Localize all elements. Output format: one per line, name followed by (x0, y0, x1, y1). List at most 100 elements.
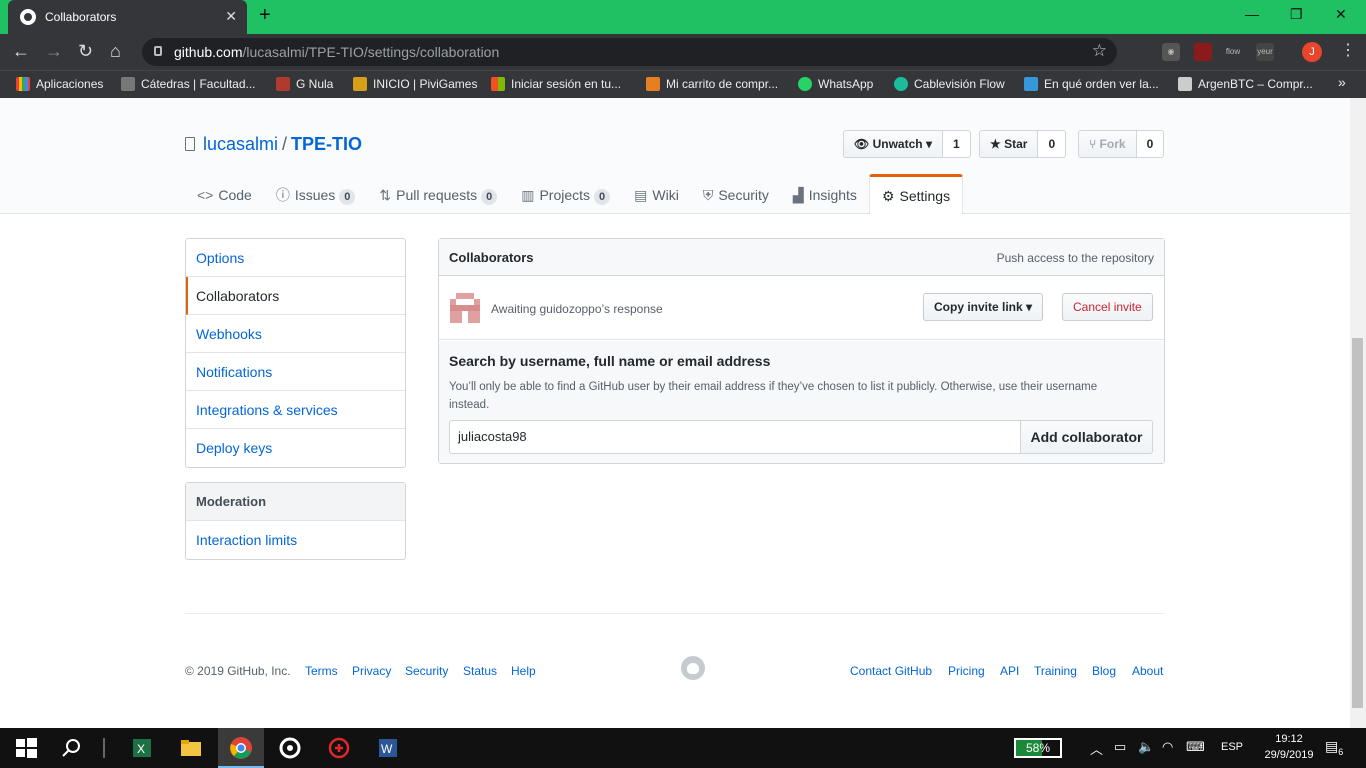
app-ring-icon[interactable] (278, 736, 302, 760)
word-icon[interactable]: W (376, 736, 400, 760)
excel-icon[interactable]: X (130, 736, 154, 760)
extension-pdf-icon[interactable] (1194, 43, 1212, 61)
watch-count[interactable]: 1 (942, 130, 971, 158)
battery-indicator[interactable]: 58% (1014, 738, 1062, 758)
menu-item-integrations[interactable]: Integrations & services (186, 391, 405, 429)
volume-icon[interactable]: 🔈 (1138, 739, 1154, 755)
star-group: ★ Star 0 (979, 130, 1067, 158)
github-logo-icon[interactable] (681, 656, 705, 680)
tab-projects[interactable]: ▥ Projects 0 (509, 174, 622, 214)
battery-tray-icon[interactable]: ▭ (1114, 739, 1126, 755)
bookmark-item[interactable]: En qué orden ver la... (1024, 77, 1159, 91)
language-indicator[interactable]: ESP (1221, 741, 1243, 753)
scrollbar-thumb[interactable] (1352, 338, 1363, 708)
bookmark-item[interactable]: Cátedras | Facultad... (121, 77, 256, 91)
github-page: lucasalmi / TPE-TIO 👁 Unwatch ▾ 1 ★ Star 0… (0, 98, 1350, 728)
extension-camera-icon[interactable]: ◉ (1162, 43, 1180, 61)
add-collaborator-button[interactable]: Add collaborator (1020, 420, 1153, 454)
tab-wiki[interactable]: ▤ Wiki (622, 174, 691, 214)
page-scrollbar[interactable] (1350, 98, 1366, 728)
tab-security[interactable]: ⛨ Security (691, 174, 781, 214)
tab-label: Code (218, 187, 252, 203)
footer-link-contact[interactable]: Contact GitHub (850, 664, 932, 678)
system-clock[interactable]: 19:12 29/9/2019 (1254, 731, 1324, 763)
footer-link-api[interactable]: API (1000, 664, 1019, 678)
bookmark-label: ArgenBTC – Compr... (1198, 77, 1313, 91)
bookmark-item[interactable]: WhatsApp (798, 77, 873, 91)
tab-settings[interactable]: ⚙ Settings (868, 174, 964, 214)
extension-flow-icon[interactable]: flow (1224, 43, 1242, 61)
game-launcher-icon[interactable] (327, 736, 351, 760)
menu-item-interaction-limits[interactable]: Interaction limits (186, 521, 405, 559)
chrome-icon[interactable] (229, 736, 253, 760)
footer-link-training[interactable]: Training (1034, 664, 1077, 678)
footer-link-blog[interactable]: Blog (1092, 664, 1116, 678)
bookmark-item[interactable]: ArgenBTC – Compr... (1178, 77, 1313, 91)
footer-link-pricing[interactable]: Pricing (948, 664, 985, 678)
footer-link-about[interactable]: About (1132, 664, 1163, 678)
minimize-icon[interactable]: — (1245, 6, 1259, 22)
home-icon[interactable]: ⌂ (110, 41, 121, 62)
search-icon[interactable] (60, 736, 84, 760)
repo-name-link[interactable]: TPE-TIO (291, 134, 362, 154)
bookmark-star-icon[interactable]: ☆ (1092, 41, 1107, 61)
star-count[interactable]: 0 (1038, 130, 1067, 158)
notification-center-icon[interactable]: ▤6 (1325, 738, 1343, 757)
tab-insights[interactable]: ▟ Insights (781, 174, 869, 214)
copy-invite-link-button[interactable]: Copy invite link ▾ (923, 293, 1044, 321)
forward-icon[interactable]: → (45, 41, 63, 62)
wifi-icon[interactable]: ◠ (1162, 739, 1173, 755)
repo-owner-link[interactable]: lucasalmi (203, 134, 278, 154)
fork-count[interactable]: 0 (1136, 130, 1165, 158)
footer-link-status[interactable]: Status (463, 664, 497, 678)
browser-menu-icon[interactable]: ⋮ (1340, 40, 1356, 60)
repo-header: lucasalmi / TPE-TIO 👁 Unwatch ▾ 1 ★ Star 0… (0, 98, 1350, 214)
keyboard-icon[interactable]: ⌨ (1186, 739, 1205, 755)
menu-item-deploy-keys[interactable]: Deploy keys (186, 429, 405, 467)
url-path: /lucasalmi/TPE-TIO/settings/collaboratio… (242, 44, 500, 60)
pending-invite-text: Awaiting guidozoppo’s response (491, 302, 663, 316)
shield-icon: ⛨ (702, 187, 714, 203)
bookmark-item[interactable]: Aplicaciones (16, 77, 103, 91)
cancel-invite-button[interactable]: Cancel invite (1062, 293, 1153, 321)
footer-link-help[interactable]: Help (511, 664, 536, 678)
browser-tab[interactable]: Collaborators ✕ (8, 0, 247, 34)
reload-icon[interactable]: ↻ (78, 41, 93, 62)
tab-code[interactable]: <> Code (185, 174, 264, 214)
bookmark-item[interactable]: Iniciar sesión en tu... (491, 77, 621, 91)
issue-icon: ⓘ (275, 187, 290, 203)
footer-link-terms[interactable]: Terms (305, 664, 338, 678)
window-close-icon[interactable]: ✕ (1335, 6, 1347, 23)
microsoft-icon (491, 77, 505, 91)
address-bar[interactable]: github.com/lucasalmi/TPE-TIO/settings/co… (142, 38, 1117, 66)
extension-yeur-icon[interactable]: yeur (1256, 43, 1274, 61)
new-tab-icon[interactable]: + (259, 4, 271, 27)
star-button[interactable]: ★ Star (979, 130, 1039, 158)
file-explorer-icon[interactable] (179, 736, 203, 760)
close-tab-icon[interactable]: ✕ (225, 8, 237, 25)
menu-item-collaborators[interactable]: Collaborators (186, 277, 405, 315)
tab-pull-requests[interactable]: ⇅ Pull requests 0 (367, 174, 509, 214)
bookmark-item[interactable]: INICIO | PiviGames (353, 77, 477, 91)
tab-issues[interactable]: ⓘ Issues 0 (264, 174, 368, 214)
more-bookmarks-icon[interactable]: » (1338, 74, 1346, 90)
footer-link-privacy[interactable]: Privacy (352, 664, 391, 678)
footer-link-security[interactable]: Security (405, 664, 448, 678)
chevron-up-icon[interactable]: ︿ (1090, 739, 1103, 758)
back-icon[interactable]: ← (12, 41, 30, 62)
menu-item-options[interactable]: Options (186, 239, 405, 277)
bookmark-item[interactable]: Mi carrito de compr... (646, 77, 778, 91)
collaborator-search-input[interactable]: juliacosta98 (449, 420, 1021, 454)
menu-item-webhooks[interactable]: Webhooks (186, 315, 405, 353)
profile-avatar[interactable]: J (1302, 42, 1322, 62)
bookmark-item[interactable]: G Nula (276, 77, 333, 91)
fork-button[interactable]: ⑂ Fork (1078, 130, 1137, 158)
menu-item-notifications[interactable]: Notifications (186, 353, 405, 391)
star-icon: ★ (990, 137, 1005, 151)
windows-start-icon[interactable] (14, 736, 38, 760)
unwatch-button[interactable]: 👁 Unwatch ▾ (843, 130, 943, 158)
restore-icon[interactable]: ❐ (1290, 6, 1303, 23)
bookmark-label: INICIO | PiviGames (373, 77, 478, 91)
bookmark-item[interactable]: Cablevisión Flow (894, 77, 1005, 91)
bookmark-favicon-icon (353, 77, 367, 91)
